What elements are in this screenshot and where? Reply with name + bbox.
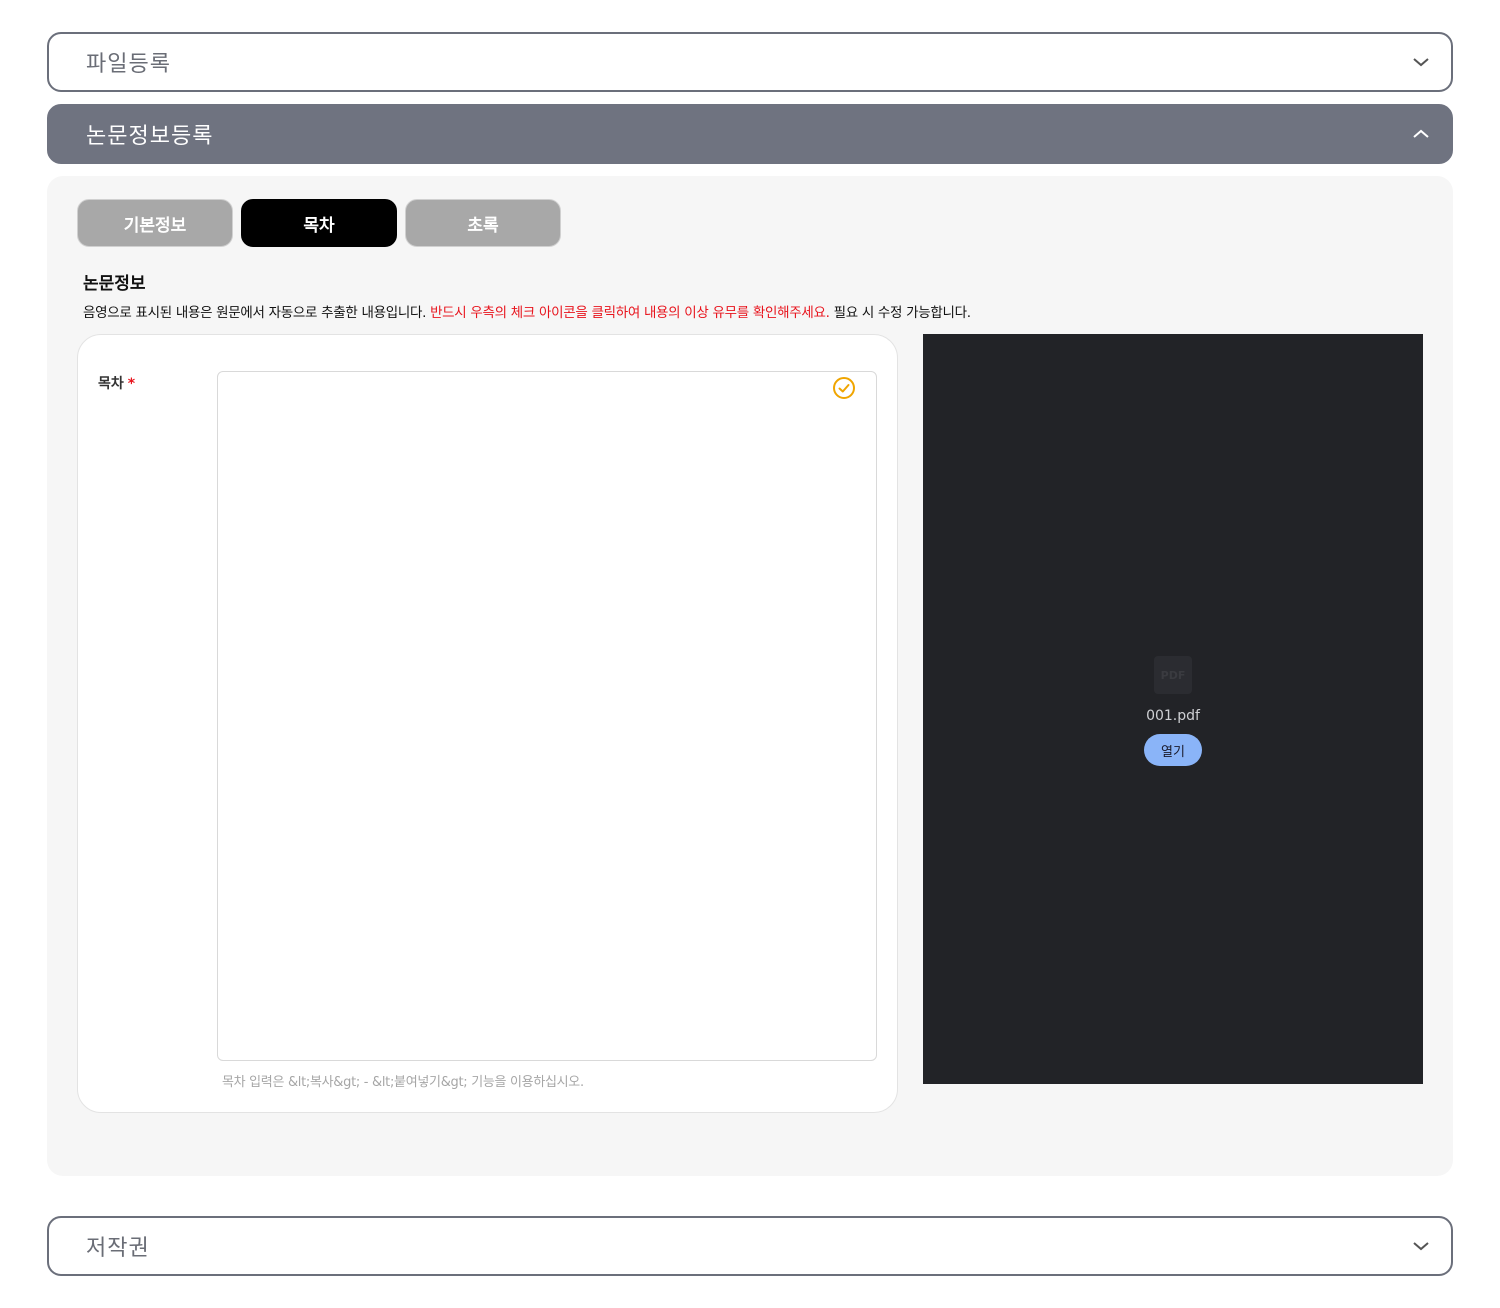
open-pdf-button[interactable]: 열기	[1144, 734, 1202, 766]
toc-form-card: 목차 * 목차 입력은 &lt;복사&gt; - &lt;붙여넣기&gt; 기능을…	[77, 334, 898, 1113]
accordion-copyright[interactable]: 저작권	[47, 1216, 1453, 1276]
toc-input-hint: 목차 입력은 &lt;복사&gt; - &lt;붙여넣기&gt; 기능을 이용하…	[222, 1075, 584, 1090]
notice-plain-1: 음영으로 표시된 내용은 원문에서 자동으로 추출한 내용입니다.	[83, 305, 431, 321]
pdf-viewer: PDF 001.pdf 열기	[923, 334, 1423, 1084]
required-mark: *	[127, 376, 136, 392]
page: 파일등록 논문정보등록 기본정보 목차 초록 논문정보 음영으로 표시된 내용은…	[0, 0, 1500, 1308]
toc-label-text: 목차	[98, 376, 124, 392]
chevron-up-icon	[1411, 124, 1431, 144]
section-title: 논문정보	[83, 274, 146, 294]
tab-basic-info[interactable]: 기본정보	[77, 199, 233, 247]
pdf-icon-text: PDF	[1160, 668, 1186, 682]
chevron-down-icon	[1411, 52, 1431, 72]
tab-abstract[interactable]: 초록	[405, 199, 561, 247]
check-icon[interactable]	[832, 376, 856, 400]
toc-field-label: 목차 *	[98, 373, 135, 393]
notice-warning: 반드시 우측의 체크 아이콘을 클릭하여 내용의 이상 유무를 확인해주세요.	[430, 305, 830, 321]
chevron-down-icon	[1411, 1236, 1431, 1256]
accordion-title-copyright: 저작권	[86, 1236, 150, 1261]
tab-bar: 기본정보 목차 초록	[77, 199, 561, 247]
notice-text: 음영으로 표시된 내용은 원문에서 자동으로 추출한 내용입니다. 반드시 우측…	[83, 301, 971, 321]
pdf-file-icon: PDF	[1154, 656, 1192, 694]
accordion-paper-info-register[interactable]: 논문정보등록	[47, 104, 1453, 164]
accordion-title-paper-info-register: 논문정보등록	[86, 124, 214, 149]
accordion-title-file-register: 파일등록	[86, 52, 171, 77]
tab-table-of-contents[interactable]: 목차	[241, 199, 397, 247]
paper-info-panel: 기본정보 목차 초록 논문정보 음영으로 표시된 내용은 원문에서 자동으로 추…	[47, 176, 1453, 1176]
notice-plain-2: 필요 시 수정 가능합니다.	[829, 305, 971, 321]
accordion-file-register[interactable]: 파일등록	[47, 32, 1453, 92]
toc-textarea[interactable]	[217, 371, 877, 1061]
pdf-file-name: 001.pdf	[1146, 708, 1200, 724]
